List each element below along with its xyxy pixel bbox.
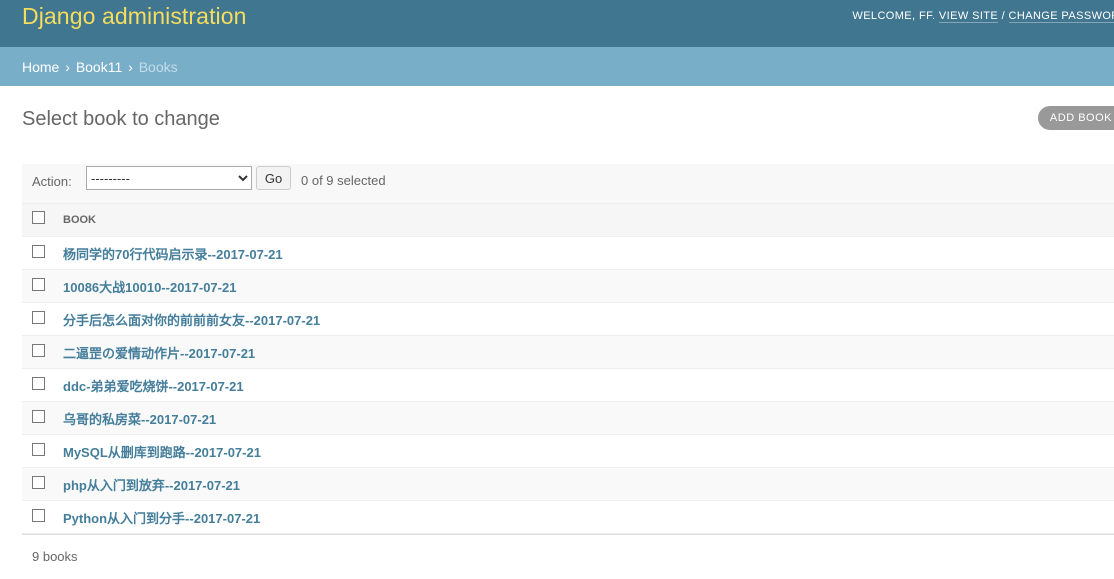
table-row: MySQL从删库到跑路--2017-07-21 xyxy=(22,434,1114,468)
row-checkbox[interactable] xyxy=(32,508,45,522)
book-link[interactable]: ddc-弟弟爱吃烧饼--2017-07-21 xyxy=(63,379,244,394)
row-checkbox-cell xyxy=(22,236,63,270)
book-cell: php从入门到放弃--2017-07-21 xyxy=(63,467,1114,501)
book-cell: 乌哥的私房菜--2017-07-21 xyxy=(63,401,1114,435)
book-link[interactable]: 乌哥的私房菜--2017-07-21 xyxy=(63,412,216,427)
book-link[interactable]: MySQL从删库到跑路--2017-07-21 xyxy=(63,445,261,460)
row-checkbox[interactable] xyxy=(32,475,45,489)
table-row: ddc-弟弟爱吃烧饼--2017-07-21 xyxy=(22,368,1114,402)
action-label: Action: xyxy=(32,174,72,189)
row-checkbox-cell xyxy=(22,401,63,435)
table-row: php从入门到放弃--2017-07-21 xyxy=(22,467,1114,501)
table-row: Python从入门到分手--2017-07-21 xyxy=(22,500,1114,534)
book-cell: MySQL从删库到跑路--2017-07-21 xyxy=(63,434,1114,468)
breadcrumb-separator: › xyxy=(65,59,70,75)
breadcrumb-app[interactable]: Book11 xyxy=(76,59,122,75)
row-checkbox[interactable] xyxy=(32,376,45,390)
column-header-label: Book xyxy=(63,214,96,226)
breadcrumb-home[interactable]: Home xyxy=(22,59,59,75)
page-title: Select book to change xyxy=(22,108,220,130)
column-header-book[interactable]: Book xyxy=(63,203,1114,237)
row-checkbox[interactable] xyxy=(32,310,45,324)
table-row: 分手后怎么面对你的前前前女友--2017-07-21 xyxy=(22,302,1114,336)
table-header-row: Book xyxy=(22,203,1114,237)
book-cell: ddc-弟弟爱吃烧饼--2017-07-21 xyxy=(63,368,1114,402)
object-tools: ADD BOOK xyxy=(1037,106,1114,130)
paginator: 9 books xyxy=(22,534,1114,571)
go-button[interactable]: Go xyxy=(256,166,291,190)
row-checkbox-cell xyxy=(22,434,63,468)
book-cell: 杨同学的70行代码启示录--2017-07-21 xyxy=(63,236,1114,270)
table-row: 10086大战10010--2017-07-21 xyxy=(22,269,1114,303)
table-row: 乌哥的私房菜--2017-07-21 xyxy=(22,401,1114,435)
book-link[interactable]: Python从入门到分手--2017-07-21 xyxy=(63,511,260,526)
row-checkbox[interactable] xyxy=(32,244,45,258)
row-checkbox-cell xyxy=(22,368,63,402)
breadcrumb-separator: › xyxy=(128,59,133,75)
breadcrumb-current: Books xyxy=(138,59,178,75)
username: FF xyxy=(918,10,932,22)
book-cell: 10086大战10010--2017-07-21 xyxy=(63,269,1114,303)
row-checkbox-cell xyxy=(22,500,63,534)
view-site-link[interactable]: VIEW SITE xyxy=(938,10,999,23)
select-all-column xyxy=(22,203,63,237)
row-checkbox-cell xyxy=(22,269,63,303)
header: Django administration WELCOME, FF. VIEW … xyxy=(0,0,1114,47)
row-checkbox-cell xyxy=(22,335,63,369)
add-book-button[interactable]: ADD BOOK xyxy=(1037,106,1114,130)
user-tools-separator: / xyxy=(998,10,1009,22)
breadcrumb: Home › Book11 › Books xyxy=(0,47,1114,86)
table-row: 二逼罡の爱情动作片--2017-07-21 xyxy=(22,335,1114,369)
book-link[interactable]: 二逼罡の爱情动作片--2017-07-21 xyxy=(63,346,255,361)
row-checkbox[interactable] xyxy=(32,277,45,291)
book-link[interactable]: php从入门到放弃--2017-07-21 xyxy=(63,478,240,493)
book-link[interactable]: 10086大战10010--2017-07-21 xyxy=(63,280,236,295)
main-content: Select book to change ADD BOOK Action: -… xyxy=(0,86,1114,571)
select-all-checkbox[interactable] xyxy=(32,210,45,224)
book-cell: Python从入门到分手--2017-07-21 xyxy=(63,500,1114,534)
row-checkbox[interactable] xyxy=(32,409,45,423)
book-cell: 二逼罡の爱情动作片--2017-07-21 xyxy=(63,335,1114,369)
row-checkbox-cell xyxy=(22,302,63,336)
result-table: Book 杨同学的70行代码启示录--2017-07-21 10086大战100… xyxy=(22,203,1114,534)
user-tools: WELCOME, FF. VIEW SITE / CHANGE PASSWORD xyxy=(852,10,1114,23)
actions-bar: Action: --------- Go 0 of 9 selected xyxy=(22,164,1114,203)
selection-counter: 0 of 9 selected xyxy=(301,173,386,188)
row-checkbox[interactable] xyxy=(32,343,45,357)
book-link[interactable]: 杨同学的70行代码启示录--2017-07-21 xyxy=(63,247,283,262)
row-checkbox[interactable] xyxy=(32,442,45,456)
row-checkbox-cell xyxy=(22,467,63,501)
welcome-suffix: . xyxy=(932,10,939,22)
change-password-link[interactable]: CHANGE PASSWORD xyxy=(1008,10,1114,23)
book-link[interactable]: 分手后怎么面对你的前前前女友--2017-07-21 xyxy=(63,313,320,328)
action-select[interactable]: --------- xyxy=(86,166,252,190)
book-cell: 分手后怎么面对你的前前前女友--2017-07-21 xyxy=(63,302,1114,336)
table-row: 杨同学的70行代码启示录--2017-07-21 xyxy=(22,236,1114,270)
site-branding[interactable]: Django administration xyxy=(22,3,247,30)
welcome-prefix: WELCOME, xyxy=(852,10,919,22)
